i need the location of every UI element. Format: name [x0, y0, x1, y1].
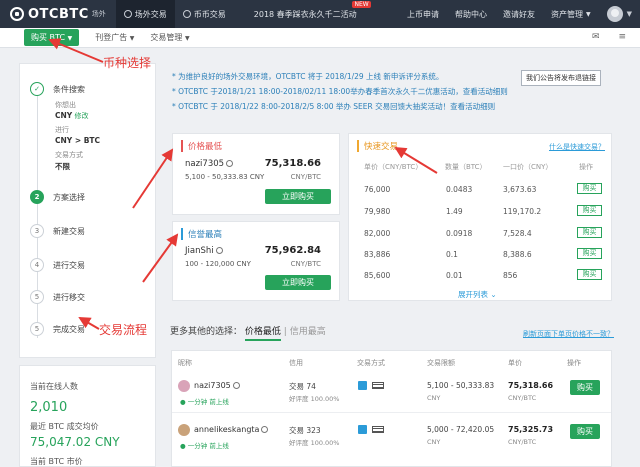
annotation-arrows: [48, 38, 438, 330]
arrow-to-steps: [78, 316, 100, 330]
arrow-to-buy-btc: [48, 38, 104, 63]
arrow-to-credit: [142, 233, 179, 283]
arrow-to-cheapest: [132, 148, 174, 209]
arrow-to-fast-trade: [394, 146, 438, 174]
